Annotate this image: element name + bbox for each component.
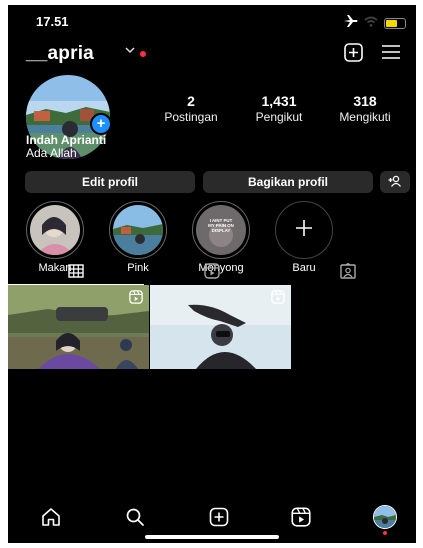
stat-posts-label: Postingan (164, 110, 218, 124)
stat-followers-value: 1,431 (261, 93, 297, 109)
search-icon[interactable] (122, 505, 148, 529)
post-thumbnail[interactable] (150, 285, 291, 369)
stat-following-label: Mengikuti (339, 110, 391, 124)
tab-reels[interactable] (144, 261, 280, 285)
add-person-icon (388, 175, 402, 190)
airplane-icon (344, 14, 358, 32)
stat-posts[interactable]: 2 Postingan (154, 93, 228, 125)
stat-followers-label: Pengikut (255, 110, 303, 124)
status-icons (344, 14, 406, 32)
highlight-cover (113, 205, 163, 255)
stat-following[interactable]: 318 Mengikuti (328, 93, 402, 125)
highlight-ring (275, 201, 333, 259)
highlight-cover (30, 205, 80, 255)
stat-following-value: 318 (353, 93, 377, 109)
stat-posts-value: 2 (187, 93, 195, 109)
discover-people-button[interactable] (380, 171, 410, 193)
chevron-down-icon[interactable] (125, 45, 135, 57)
highlight-ring (109, 201, 167, 259)
tab-tagged[interactable] (280, 261, 416, 285)
status-bar: 17.51 (8, 5, 416, 33)
profile-name: Indah Aprianti (26, 133, 107, 147)
create-icon[interactable] (206, 505, 232, 529)
battery-icon (384, 17, 406, 29)
reel-indicator-icon (271, 290, 285, 309)
highlight-ring (26, 201, 84, 259)
reel-indicator-icon (129, 290, 143, 309)
add-story-icon[interactable]: + (90, 113, 112, 135)
reels-icon (204, 262, 220, 284)
tab-grid[interactable] (8, 261, 144, 285)
post-thumbnail[interactable] (8, 285, 149, 369)
edit-profile-button[interactable]: Edit profil (25, 171, 195, 193)
profile-avatar-nav[interactable] (372, 505, 398, 535)
plus-square-icon[interactable] (342, 42, 364, 62)
notification-dot (383, 531, 387, 535)
home-icon[interactable] (38, 505, 64, 529)
notification-dot (140, 51, 146, 57)
username[interactable]: __apria (26, 43, 94, 65)
highlight-overlay-text: I AINT PUT MY PAIN ON DISPLAY (208, 218, 234, 233)
menu-icon[interactable] (380, 42, 402, 62)
profile-header: __apria (8, 38, 416, 68)
wifi-icon (364, 14, 378, 32)
profile-bio: Ada Allah (26, 146, 77, 160)
profile-tabs (8, 261, 416, 285)
grid-icon (68, 263, 84, 283)
highlight-cover: I AINT PUT MY PAIN ON DISPLAY (196, 205, 246, 255)
plus-icon (294, 218, 314, 243)
reels-icon[interactable] (288, 505, 314, 529)
home-indicator[interactable] (145, 535, 279, 539)
phone-screen: 17.51 __apria + 2 Postingan 1,431 Pengik… (8, 5, 416, 543)
battery-fill (386, 19, 397, 27)
bottom-navigation (8, 503, 416, 535)
highlight-ring: I AINT PUT MY PAIN ON DISPLAY (192, 201, 250, 259)
status-time: 17.51 (36, 14, 69, 29)
share-profile-button[interactable]: Bagikan profil (203, 171, 373, 193)
tagged-icon (340, 262, 356, 284)
nav-avatar-image (373, 505, 397, 529)
stat-followers[interactable]: 1,431 Pengikut (242, 93, 316, 125)
